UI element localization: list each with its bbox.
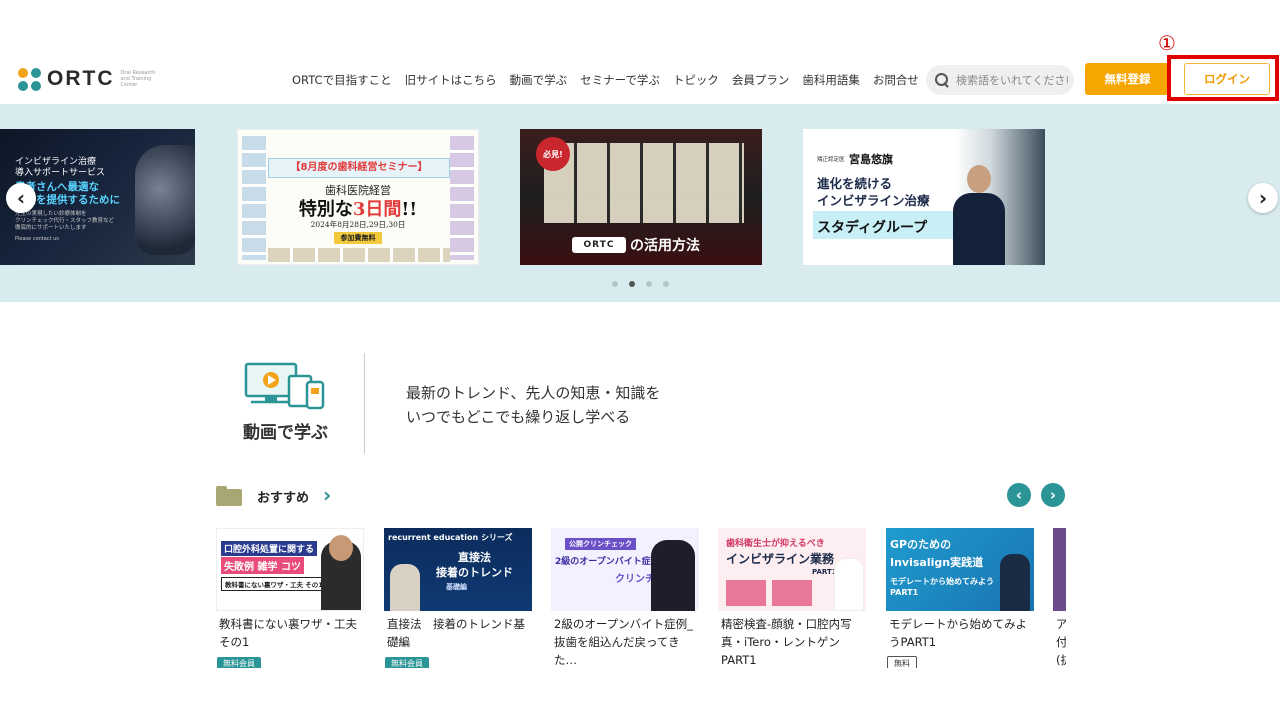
video-thumbnail[interactable]: 公開クリンチェック 2級のオープンバイト症例 クリンチェック xyxy=(551,528,699,611)
slide-badge: 参加費無料 xyxy=(334,232,382,244)
site-logo[interactable]: ORTC Oral Research and Training Center xyxy=(18,67,165,91)
carousel-next-button[interactable]: › xyxy=(1248,183,1278,213)
nav-item-glossary[interactable]: 歯科用語集 xyxy=(802,72,860,88)
slide-text: 進化を続ける インビザライン治療 xyxy=(817,176,930,208)
section-description: 最新のトレンド、先人の知恵・知識を いつでもどこでも繰り返し学べる xyxy=(406,384,661,426)
logo-tagline: Oral Research and Training Center xyxy=(120,70,156,88)
carousel-dot[interactable] xyxy=(612,281,618,287)
annotation-marker: ① xyxy=(1158,31,1176,55)
slide-screens-image xyxy=(544,143,744,223)
recommend-prev-button[interactable]: ‹ xyxy=(1007,483,1031,507)
logo-text: ORTC xyxy=(47,67,115,90)
nav-item-videos[interactable]: 動画で学ぶ xyxy=(510,72,568,88)
slide-text: 宮島悠旗 xyxy=(849,153,893,166)
site-header: ORTC Oral Research and Training Center O… xyxy=(0,55,1280,104)
recommend-next-button[interactable]: › xyxy=(1041,483,1065,507)
video-thumbnail[interactable]: 歯科衛生士が抑えるべき インビザライン業務 PART1 xyxy=(718,528,866,611)
nav-item-plans[interactable]: 会員プラン xyxy=(732,72,790,88)
video-title[interactable]: 精密検査-顔貌・口腔内写真・iTero・レントゲンPART1 xyxy=(718,615,866,668)
slide-badge: 必見! xyxy=(536,137,570,171)
section-divider xyxy=(364,353,365,454)
carousel-slide-management-seminar[interactable]: 【8月度の歯科経営セミナー】 歯科医院経営 特別な3日間!! 2024年8月28… xyxy=(237,129,479,265)
login-button[interactable]: ログイン xyxy=(1184,63,1270,95)
search-box[interactable] xyxy=(926,65,1074,95)
carousel-prev-button[interactable]: ‹ xyxy=(6,183,36,213)
video-devices-icon xyxy=(244,362,325,410)
slide-text: スタディグループ xyxy=(817,220,928,236)
slide-headline: 特別な3日間!! xyxy=(298,199,418,220)
main-nav: ORTCで目指すこと 旧サイトはこちら 動画で学ぶ セミナーで学ぶ トピック 会… xyxy=(292,72,932,88)
slide-text: 2024年8月28日,29日,30日 xyxy=(310,220,406,229)
carousel-slide-ortc-howto[interactable]: 必見! ORTC の活用方法 xyxy=(520,129,762,265)
video-card[interactable]: 歯科衛生士が抑えるべき インビザライン業務 PART1 精密検査-顔貌・口腔内写… xyxy=(718,528,866,668)
slide-text: 先生の実現したい診療体制を クリンチェック代行・スタッフ教育など 徹底的にサポー… xyxy=(15,211,115,231)
video-card[interactable]: ア付(抜 xyxy=(1053,528,1066,668)
xray-image xyxy=(135,145,195,255)
slide-text: インビザライン治療 導入サポートサービス xyxy=(15,157,106,178)
slide-logo: ORTC xyxy=(572,237,626,253)
free-badge: 無料 xyxy=(887,656,917,668)
slide-text: 矯正認定医 xyxy=(817,157,845,163)
nav-item-seminars[interactable]: セミナーで学ぶ xyxy=(580,72,660,88)
logo-dots-icon xyxy=(18,67,41,91)
page: { "annotation": { "marker": "①" }, "colo… xyxy=(0,0,1280,720)
member-badge: 無料会員 xyxy=(385,657,429,668)
video-title[interactable]: 2級のオープンバイト症例_抜歯を組込んだ戻ってきた… xyxy=(551,615,699,668)
search-icon[interactable] xyxy=(934,72,950,88)
video-thumbnail[interactable]: 口腔外科処置に関する 失敗例 雑学 コツ 教科書にない裏ワザ・工夫 その1 xyxy=(216,528,364,611)
recommend-card-list: 口腔外科処置に関する 失敗例 雑学 コツ 教科書にない裏ワザ・工夫 その1 教科… xyxy=(216,528,1066,668)
banner-carousel: インビザライン治療 導入サポートサービス 患者さんへ最適な 治療を提供するために… xyxy=(0,104,1280,302)
member-badge: 無料会員 xyxy=(217,657,261,668)
slide-thumbnails xyxy=(268,248,450,262)
video-card[interactable]: 公開クリンチェック 2級のオープンバイト症例 クリンチェック 2級のオープンバイ… xyxy=(551,528,699,668)
chevron-right-icon[interactable]: › xyxy=(323,483,331,507)
nav-item-mission[interactable]: ORTCで目指すこと xyxy=(292,72,392,88)
recommend-title[interactable]: おすすめ xyxy=(257,487,309,506)
video-thumbnail[interactable]: GPのための Invisalign実践道 モデレートから始めてみよう PART1 xyxy=(886,528,1034,611)
video-title[interactable]: モデレートから始めてみようPART1 xyxy=(886,615,1034,651)
slide-text: の活用方法 xyxy=(630,238,700,254)
presenter-photo xyxy=(953,165,1005,265)
carousel-pagination xyxy=(612,281,669,287)
video-thumbnail[interactable]: recurrent education シリーズ 直接法 接着のトレンド 基礎編 xyxy=(384,528,532,611)
carousel-slide-study-group[interactable]: 矯正認定医 宮島悠旗 進化を続ける インビザライン治療 スタディグループ xyxy=(803,129,1045,265)
video-card[interactable]: GPのための Invisalign実践道 モデレートから始めてみよう PART1… xyxy=(886,528,1034,668)
video-card[interactable]: recurrent education シリーズ 直接法 接着のトレンド 基礎編… xyxy=(384,528,532,668)
folder-icon xyxy=(216,486,242,506)
carousel-dot[interactable] xyxy=(663,281,669,287)
nav-item-contact[interactable]: お問合せ xyxy=(873,72,919,88)
nav-item-topics[interactable]: トピック xyxy=(673,72,719,88)
search-input[interactable] xyxy=(956,73,1068,87)
nav-item-old-site[interactable]: 旧サイトはこちら xyxy=(405,72,497,88)
slide-text: 【8月度の歯科経営セミナー】 xyxy=(268,158,450,178)
video-title[interactable]: 直接法 接着のトレンド基礎編 xyxy=(384,615,532,651)
carousel-dot-active[interactable] xyxy=(629,281,635,287)
video-card[interactable]: 口腔外科処置に関する 失敗例 雑学 コツ 教科書にない裏ワザ・工夫 その1 教科… xyxy=(216,528,364,668)
video-title[interactable]: ア付(抜 xyxy=(1053,615,1066,668)
video-title[interactable]: 教科書にない裏ワザ・工夫その1 xyxy=(216,615,364,651)
free-register-button[interactable]: 無料登録 xyxy=(1085,63,1170,95)
carousel-dot[interactable] xyxy=(646,281,652,287)
slide-text: Please contact us xyxy=(15,236,59,242)
section-title-videos: 動画で学ぶ xyxy=(243,423,328,443)
video-thumbnail[interactable] xyxy=(1053,528,1066,611)
